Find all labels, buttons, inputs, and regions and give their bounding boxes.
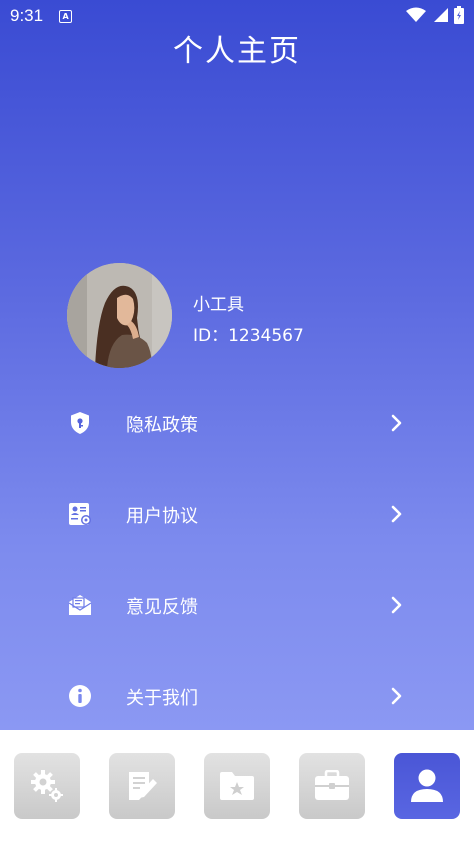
star-folder-icon [220, 772, 254, 800]
status-time: 9:31 [10, 6, 44, 25]
battery-icon [454, 6, 464, 24]
tab-notes[interactable] [109, 753, 175, 819]
user-id: ID：1234567 [193, 326, 304, 346]
avatar-photo [67, 263, 172, 368]
chevron-right-icon [391, 414, 402, 432]
chevron-right-icon [391, 505, 402, 523]
chevron-right-icon [391, 596, 402, 614]
person-icon [411, 769, 443, 802]
page-title: 个人主页 [173, 34, 301, 69]
menu-label: 隐私政策 [126, 415, 198, 436]
wifi-icon [406, 7, 426, 22]
avatar[interactable] [67, 263, 172, 368]
info-icon [69, 685, 91, 707]
accessibility-notification-icon: A [59, 9, 73, 23]
profile-screen: 9:31 A 个人主页 小工具 ID：1234567 隐私政策 用户协议 意见反… [0, 0, 474, 730]
menu-item-user-agreement[interactable]: 用户协议 [0, 484, 474, 544]
menu-label: 意见反馈 [126, 597, 198, 618]
notepad-icon [129, 772, 157, 800]
tab-toolbox[interactable] [299, 753, 365, 819]
briefcase-icon [315, 770, 349, 800]
signal-icon [434, 8, 448, 22]
bottom-tab-bar [0, 730, 474, 842]
menu-item-privacy-policy[interactable]: 隐私政策 [0, 393, 474, 453]
menu-item-about-us[interactable]: 关于我们 [0, 666, 474, 726]
shield-key-icon [71, 412, 89, 434]
status-icons [406, 6, 464, 24]
tab-settings[interactable] [14, 753, 80, 819]
tab-favorites-folder[interactable] [204, 753, 270, 819]
chevron-right-icon [391, 687, 402, 705]
tab-profile[interactable] [394, 753, 460, 819]
user-document-icon [69, 503, 91, 525]
user-name: 小工具 [193, 295, 244, 315]
menu-label: 关于我们 [126, 688, 198, 709]
mail-edit-icon [68, 595, 92, 615]
menu-item-feedback[interactable]: 意见反馈 [0, 575, 474, 635]
gears-icon [31, 770, 63, 802]
a-label: A [62, 11, 69, 21]
menu-label: 用户协议 [126, 506, 198, 527]
